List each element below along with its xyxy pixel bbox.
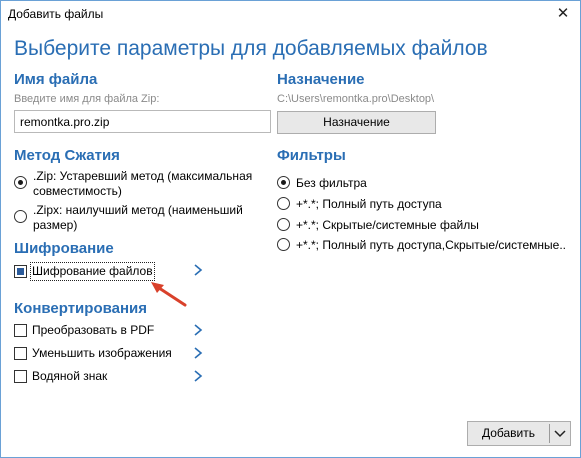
conversion-option-label: Водяной знак [32, 369, 108, 383]
watermark-checkbox-row[interactable]: Водяной знак [14, 369, 184, 385]
close-icon[interactable]: ✕ [552, 4, 574, 24]
filename-hint: Введите имя для файла Zip: [14, 93, 160, 105]
add-files-dialog: Добавить файлы ✕ Выберите параметры для … [0, 0, 581, 458]
add-button[interactable]: Добавить [468, 422, 549, 445]
filename-section-title: Имя файла [14, 71, 98, 88]
filter-option-full-path-hidden[interactable]: +*.*; Полный путь доступа,Скрытые/систем… [277, 237, 572, 253]
filename-input[interactable] [14, 110, 271, 133]
checkbox[interactable] [14, 347, 27, 360]
conversion-option-label: Уменьшить изображения [32, 346, 172, 360]
filter-option-label: +*.*; Полный путь доступа [296, 197, 442, 211]
add-split-button[interactable]: Добавить [467, 421, 571, 446]
window-title: Добавить файлы [8, 7, 104, 21]
chevron-right-icon[interactable] [192, 263, 204, 277]
encrypt-files-label: Шифрование файлов [30, 262, 155, 281]
title-bar[interactable]: Добавить файлы ✕ [1, 1, 580, 27]
encrypt-files-checkbox-row[interactable]: Шифрование файлов [14, 262, 155, 281]
radio-button[interactable] [277, 176, 290, 189]
destination-button[interactable]: Назначение [277, 111, 436, 134]
convert-pdf-checkbox-row[interactable]: Преобразовать в PDF [14, 323, 184, 339]
conversion-option-label: Преобразовать в PDF [32, 323, 155, 337]
compression-option-label: .Zip: Устаревший метод (максимальная [33, 169, 253, 183]
compression-option-label: совместимость) [33, 184, 122, 198]
compression-option-label: .Zipx: наилучший метод (наименьший [33, 203, 243, 217]
chevron-down-icon[interactable] [550, 422, 570, 445]
filter-option-label: Без фильтра [296, 176, 367, 190]
compression-option-zipx[interactable]: .Zipx: наилучший метод (наименьший разме… [14, 202, 264, 236]
chevron-right-icon[interactable] [192, 346, 204, 360]
destination-section-title: Назначение [277, 71, 365, 88]
checkbox[interactable] [14, 324, 27, 337]
radio-button[interactable] [14, 210, 27, 223]
filter-option-none[interactable]: Без фильтра [277, 175, 572, 191]
compression-option-label: размер) [33, 218, 78, 232]
page-title: Выберите параметры для добавляемых файло… [14, 37, 488, 60]
checkbox[interactable] [14, 265, 27, 278]
annotation-arrow-icon [151, 282, 187, 307]
filters-section-title: Фильтры [277, 147, 346, 164]
radio-button[interactable] [277, 238, 290, 251]
checkbox[interactable] [14, 370, 27, 383]
filter-option-full-path[interactable]: +*.*; Полный путь доступа [277, 196, 572, 212]
chevron-right-icon[interactable] [192, 323, 204, 337]
resize-images-checkbox-row[interactable]: Уменьшить изображения [14, 346, 184, 362]
radio-button[interactable] [277, 218, 290, 231]
filter-option-label: +*.*; Скрытые/системные файлы [296, 218, 479, 232]
compression-section-title: Метод Сжатия [14, 147, 120, 164]
filter-option-hidden-system[interactable]: +*.*; Скрытые/системные файлы [277, 217, 572, 233]
destination-path: C:\Users\remontka.pro\Desktop\ [277, 93, 435, 105]
filter-option-label: +*.*; Полный путь доступа,Скрытые/систем… [296, 238, 566, 252]
radio-button[interactable] [277, 197, 290, 210]
radio-button[interactable] [14, 176, 27, 189]
compression-option-zip[interactable]: .Zip: Устаревший метод (максимальная сов… [14, 168, 264, 202]
chevron-right-icon[interactable] [192, 369, 204, 383]
encryption-section-title: Шифрование [14, 240, 114, 257]
conversions-section-title: Конвертирования [14, 300, 148, 317]
